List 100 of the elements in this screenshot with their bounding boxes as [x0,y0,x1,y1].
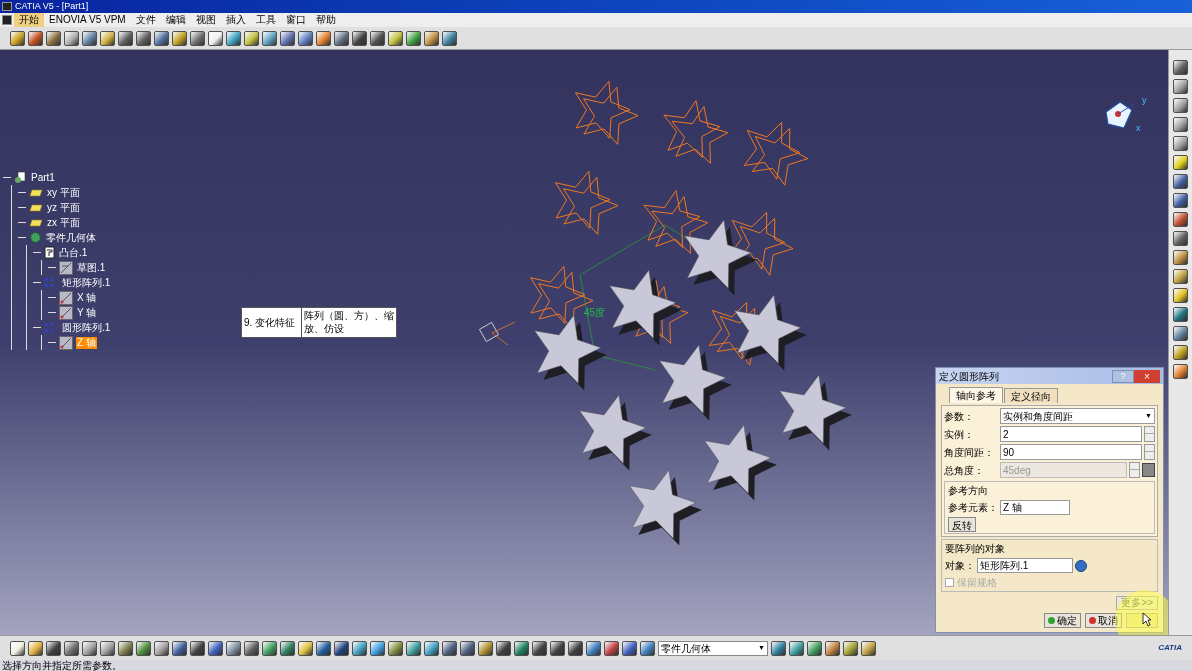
toolbar-icon[interactable] [478,640,493,656]
toolbar-icon[interactable] [316,30,331,46]
toolbar-icon[interactable] [496,640,511,656]
menu-item[interactable]: 开始 [14,13,44,27]
toolbar-icon[interactable] [1173,269,1188,284]
toolbar-icon[interactable] [1173,250,1188,265]
toolbar-icon[interactable] [118,30,133,46]
toolbar-icon[interactable] [334,30,349,46]
toolbar-icon[interactable] [280,30,295,46]
toolbar-icon[interactable] [172,30,187,46]
toolbar-icon[interactable] [352,640,367,656]
toolbar-icon[interactable] [316,640,331,656]
toolbar-icon[interactable] [154,640,169,656]
toolbar-icon[interactable] [1173,364,1188,379]
dialog-tab[interactable]: 轴向参考 [949,387,1003,403]
toolbar-icon[interactable] [388,30,403,46]
toolbar-icon[interactable] [424,30,439,46]
menu-item[interactable]: 窗口 [280,13,311,27]
menu-item[interactable]: 插入 [220,13,251,27]
toolbar-icon[interactable] [460,640,475,656]
cube-icon[interactable] [1142,463,1155,477]
toolbar-icon[interactable] [82,640,97,656]
tree-item[interactable]: zx 平面 [46,216,81,229]
tree-item[interactable]: 草图.1 [76,261,107,274]
toolbar-icon[interactable] [1173,98,1188,113]
toolbar-icon[interactable] [334,640,349,656]
toolbar-icon[interactable] [1173,345,1188,360]
toolbar-icon[interactable] [190,640,205,656]
dialog-tab[interactable]: 定义径向 [1004,388,1058,403]
toolbar-icon[interactable] [604,640,619,656]
toolbar-icon[interactable] [568,640,583,656]
menu-item[interactable]: 工具 [250,13,281,27]
tree-item[interactable]: Y 轴 [76,306,98,319]
toolbar-icon[interactable] [861,640,876,656]
tree-item[interactable]: yz 平面 [46,201,81,214]
toolbar-icon[interactable] [532,640,547,656]
input-field[interactable]: 90 [1000,444,1142,460]
tree-item[interactable]: X 轴 [76,291,98,304]
menu-item[interactable]: 文件 [130,13,161,27]
toolbar-icon[interactable] [46,640,61,656]
toolbar-icon[interactable] [64,30,79,46]
tree-item[interactable]: 凸台.1 [58,246,89,259]
tree-item[interactable]: 矩形阵列.1 [61,276,112,289]
tree-item[interactable]: 零件几何体 [45,231,97,244]
toolbar-icon[interactable] [442,30,457,46]
toolbar-icon[interactable] [298,640,313,656]
menu-item[interactable]: 帮助 [310,13,341,27]
toolbar-icon[interactable] [622,640,637,656]
toolbar-icon[interactable] [154,30,169,46]
toolbar-icon[interactable] [424,640,439,656]
toolbar-icon[interactable] [244,30,259,46]
toolbar-icon[interactable] [586,640,601,656]
tree-item[interactable]: 圆形阵列.1 [61,321,112,334]
toolbar-icon[interactable] [771,640,786,656]
toolbar-icon[interactable] [262,30,277,46]
toolbar-icon[interactable] [550,640,565,656]
toolbar-icon[interactable] [100,30,115,46]
toolbar-icon[interactable] [1173,326,1188,341]
toolbar-icon[interactable] [1173,307,1188,322]
toolbar-icon[interactable] [28,30,43,46]
tree-item[interactable]: xy 平面 [46,186,81,199]
toolbar-icon[interactable] [1173,193,1188,208]
toolbar-icon[interactable] [262,640,277,656]
menu-item[interactable]: 视图 [190,13,221,27]
toolbar-icon[interactable] [825,640,840,656]
toolbar-icon[interactable] [370,640,385,656]
reverse-button[interactable]: 反转 [948,517,976,532]
toolbar-icon[interactable] [1173,174,1188,189]
toolbar-icon[interactable] [190,30,205,46]
toolbar-icon[interactable] [208,640,223,656]
toolbar-icon[interactable] [280,640,295,656]
toolbar-icon[interactable] [82,30,97,46]
toolbar-icon[interactable] [172,640,187,656]
menu-item[interactable]: ENOVIA V5 VPM [44,13,131,27]
toolbar-icon[interactable] [64,640,79,656]
toolbar-icon[interactable] [406,640,421,656]
toolbar-icon[interactable] [1173,117,1188,132]
toolbar-icon[interactable] [640,640,655,656]
tree-item[interactable]: Part1 [30,171,56,184]
toolbar-icon[interactable] [352,30,367,46]
toolbar-icon[interactable] [28,640,43,656]
toolbar-icon[interactable] [244,640,259,656]
toolbar-icon[interactable] [226,640,241,656]
toolbar-icon[interactable] [1173,79,1188,94]
toolbar-icon[interactable] [843,640,858,656]
input-field[interactable]: 2 [1000,426,1142,442]
toolbar-icon[interactable] [10,640,25,656]
toolbar-icon[interactable] [298,30,313,46]
close-button[interactable]: × [1134,369,1160,383]
toolbar-icon[interactable] [1173,155,1188,170]
toolbar-icon[interactable] [1173,60,1188,75]
toolbar-icon[interactable] [406,30,421,46]
toolbar-icon[interactable] [789,640,804,656]
input-field[interactable]: Z 轴 [1000,500,1070,515]
toolbar-icon[interactable] [514,640,529,656]
toolbar-icon[interactable] [136,30,151,46]
cancel-button[interactable]: 取消 [1085,613,1122,628]
toolbar-icon[interactable] [1173,136,1188,151]
toolbar-icon[interactable] [208,30,223,46]
toolbar-icon[interactable] [100,640,115,656]
